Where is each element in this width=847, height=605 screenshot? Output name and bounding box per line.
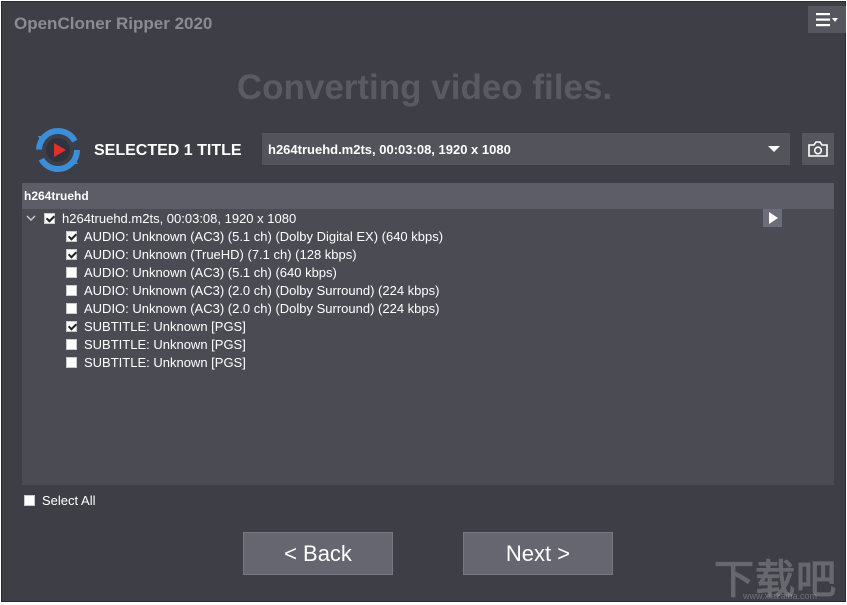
track-checkbox[interactable] bbox=[66, 356, 77, 368]
track-row[interactable]: AUDIO: Unknown (AC3) (5.1 ch) (640 kbps) bbox=[66, 263, 337, 281]
track-checkbox[interactable] bbox=[66, 230, 77, 242]
track-label: AUDIO: Unknown (AC3) (5.1 ch) (Dolby Dig… bbox=[84, 228, 444, 244]
track-label: AUDIO: Unknown (AC3) (2.0 ch) (Dolby Sur… bbox=[84, 300, 440, 316]
track-checkbox[interactable] bbox=[66, 302, 77, 314]
chevron-down-icon bbox=[768, 146, 780, 152]
tree-root-row[interactable]: h264truehd.m2ts, 00:03:08, 1920 x 1080 bbox=[26, 209, 296, 227]
title-select-dropdown[interactable]: h264truehd.m2ts, 00:03:08, 1920 x 1080 bbox=[262, 133, 790, 165]
page-headline: Converting video files. bbox=[236, 68, 613, 107]
camera-icon bbox=[808, 141, 828, 157]
select-all-control[interactable]: Select All bbox=[24, 493, 95, 508]
track-row[interactable]: AUDIO: Unknown (AC3) (5.1 ch) (Dolby Dig… bbox=[66, 227, 443, 245]
hamburger-menu-icon bbox=[816, 12, 838, 26]
chevron-down-icon[interactable] bbox=[26, 213, 36, 223]
track-row[interactable]: SUBTITLE: Unknown [PGS] bbox=[66, 335, 246, 353]
track-checkbox[interactable] bbox=[66, 248, 77, 260]
track-label: AUDIO: Unknown (TrueHD) (7.1 ch) (128 kb… bbox=[84, 246, 357, 262]
selected-title-count: SELECTED 1 TITLE bbox=[94, 142, 242, 159]
watermark-url: www.xiazaiba.com bbox=[743, 591, 818, 601]
track-row[interactable]: AUDIO: Unknown (AC3) (2.0 ch) (Dolby Sur… bbox=[66, 299, 439, 317]
track-label: SUBTITLE: Unknown [PGS] bbox=[84, 318, 246, 334]
menu-button[interactable] bbox=[808, 6, 846, 33]
select-all-checkbox[interactable] bbox=[24, 495, 35, 506]
track-label: SUBTITLE: Unknown [PGS] bbox=[84, 336, 246, 352]
app-title: OpenCloner Ripper 2020 bbox=[14, 14, 213, 33]
track-label: AUDIO: Unknown (AC3) (2.0 ch) (Dolby Sur… bbox=[84, 282, 440, 298]
title-select-value: h264truehd.m2ts, 00:03:08, 1920 x 1080 bbox=[268, 141, 511, 157]
panel-header: h264truehd bbox=[22, 183, 834, 209]
track-checkbox[interactable] bbox=[66, 320, 77, 332]
select-all-label: Select All bbox=[42, 493, 96, 508]
track-row[interactable]: AUDIO: Unknown (TrueHD) (7.1 ch) (128 kb… bbox=[66, 245, 357, 263]
root-label: h264truehd.m2ts, 00:03:08, 1920 x 1080 bbox=[62, 210, 297, 226]
play-preview-button[interactable] bbox=[763, 209, 782, 227]
back-button[interactable]: < Back bbox=[243, 532, 393, 575]
track-row[interactable]: SUBTITLE: Unknown [PGS] bbox=[66, 317, 246, 335]
app-window: OpenCloner Ripper 2020 Converting video … bbox=[1, 1, 846, 603]
next-button[interactable]: Next > bbox=[463, 532, 613, 575]
tracks-panel: h264truehd h264truehd.m2ts, 00:03:08, 19… bbox=[22, 183, 834, 485]
play-icon bbox=[769, 212, 778, 224]
track-checkbox[interactable] bbox=[66, 338, 77, 350]
app-logo-icon bbox=[36, 128, 80, 172]
root-checkbox[interactable] bbox=[44, 212, 55, 224]
snapshot-button[interactable] bbox=[802, 133, 834, 165]
track-label: AUDIO: Unknown (AC3) (5.1 ch) (640 kbps) bbox=[84, 264, 337, 280]
track-checkbox[interactable] bbox=[66, 284, 77, 296]
track-checkbox[interactable] bbox=[66, 266, 77, 278]
track-label: SUBTITLE: Unknown [PGS] bbox=[84, 354, 246, 370]
track-row[interactable]: SUBTITLE: Unknown [PGS] bbox=[66, 353, 246, 371]
track-row[interactable]: AUDIO: Unknown (AC3) (2.0 ch) (Dolby Sur… bbox=[66, 281, 439, 299]
